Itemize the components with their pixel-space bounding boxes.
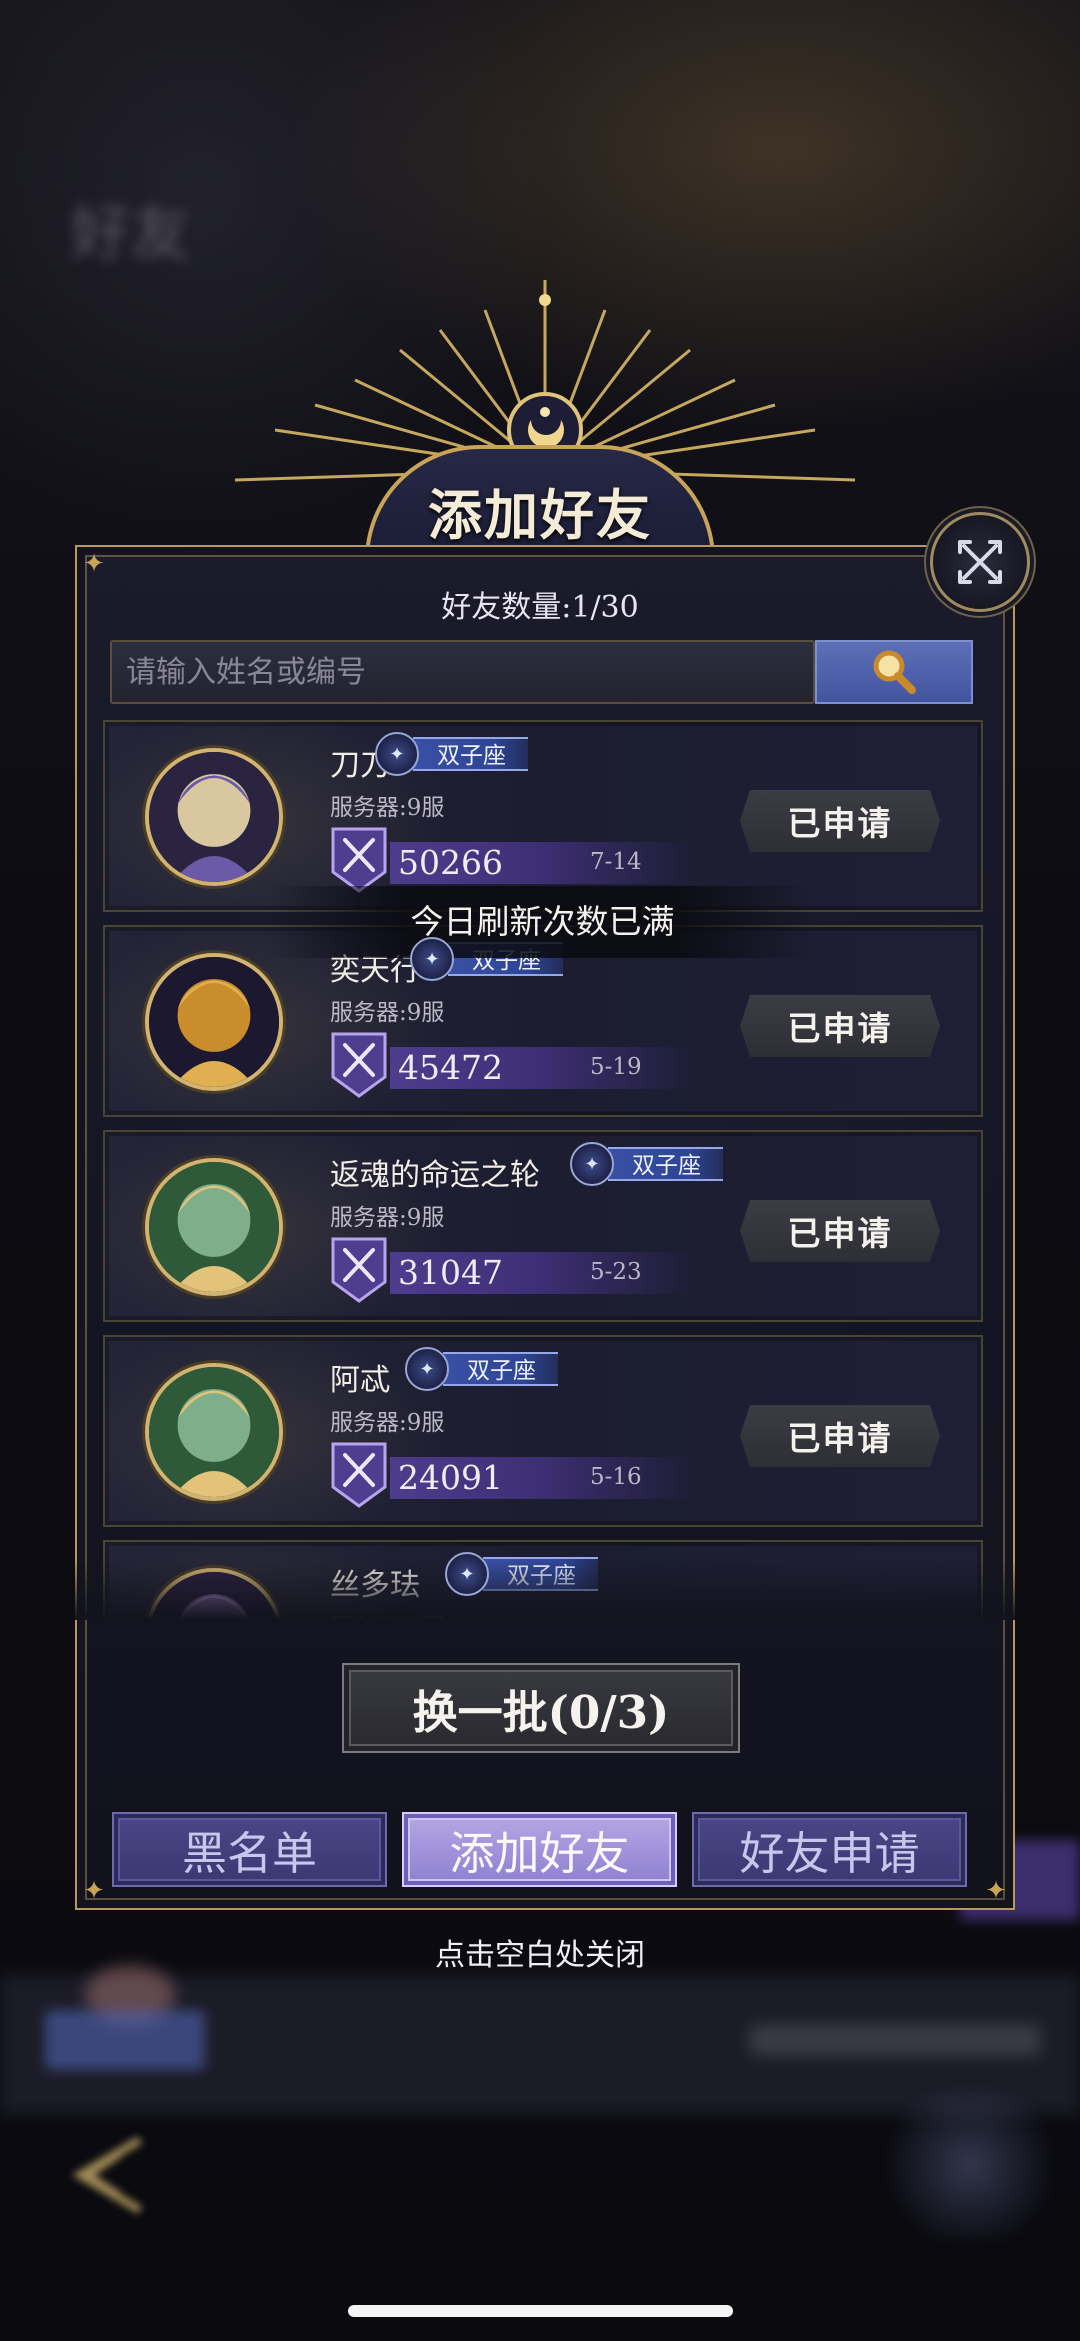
zodiac-label: 双子座 xyxy=(413,737,528,771)
player-server: 服务器:9服 xyxy=(330,1410,445,1436)
page-title: 添加好友 xyxy=(428,483,652,547)
refresh-batch-button[interactable]: 换一批(0/3) xyxy=(342,1663,740,1753)
background-chip xyxy=(45,2010,205,2070)
search-input[interactable] xyxy=(112,642,813,702)
refresh-limit-toast: 今日刷新次数已满 xyxy=(270,886,815,958)
player-name: 阿忒 xyxy=(330,1363,390,1398)
zodiac-label: 双子座 xyxy=(443,1352,558,1386)
tab-add-friend[interactable]: 添加好友 xyxy=(402,1812,677,1887)
gemini-star-icon: ✦ xyxy=(405,1347,449,1391)
background-text xyxy=(750,2025,1040,2055)
player-card[interactable]: 刀刀 ✦ 双子座 服务器:9服 50266 7-14 已申请 xyxy=(103,720,983,912)
zodiac-badge: ✦ 双子座 xyxy=(405,1347,558,1391)
magnifier-icon xyxy=(873,650,916,694)
friend-count-label: 好友数量:1/30 xyxy=(441,590,639,625)
requested-button[interactable]: 已申请 xyxy=(740,1200,940,1262)
player-avatar[interactable] xyxy=(145,953,283,1091)
requested-button[interactable]: 已申请 xyxy=(740,1405,940,1467)
player-card[interactable]: 返魂的命运之轮 ✦ 双子座 服务器:9服 31047 5-23 已申请 xyxy=(103,1130,983,1322)
crossed-swords-shield-icon xyxy=(331,1032,387,1098)
last-online-date: 5-19 xyxy=(590,1054,642,1080)
list-fade xyxy=(75,1560,1015,1620)
corner-ornament-bl: ✦ xyxy=(83,1876,105,1906)
corner-ornament-tl: ✦ xyxy=(83,549,105,579)
search-button[interactable] xyxy=(815,640,973,704)
gemini-star-icon: ✦ xyxy=(570,1142,614,1186)
gemini-star-icon: ✦ xyxy=(445,1552,489,1596)
power-value: 24091 xyxy=(398,1458,503,1497)
zodiac-badge: ✦ 双子座 xyxy=(570,1142,723,1186)
portrait-image xyxy=(149,957,279,1087)
tab-friend-requests[interactable]: 好友申请 xyxy=(692,1812,967,1887)
crossed-swords-shield-icon xyxy=(331,1442,387,1508)
gemini-star-icon: ✦ xyxy=(410,937,454,981)
recommended-player-list[interactable]: 刀刀 ✦ 双子座 服务器:9服 50266 7-14 已申请 奕天行 ✦ 双子座… xyxy=(103,720,983,1620)
player-avatar[interactable] xyxy=(145,1158,283,1296)
last-online-date: 5-16 xyxy=(590,1464,642,1490)
portrait-image xyxy=(149,752,279,882)
portrait-image xyxy=(149,1367,279,1497)
last-online-date: 5-23 xyxy=(590,1259,642,1285)
background-sign: 好友 xyxy=(70,199,190,269)
tab-blacklist[interactable]: 黑名单 xyxy=(112,1812,387,1887)
requested-button[interactable]: 已申请 xyxy=(740,995,940,1057)
search-field[interactable] xyxy=(110,640,815,704)
player-server: 服务器:9服 xyxy=(330,1000,445,1026)
power-value: 50266 xyxy=(398,843,503,882)
crossed-swords-shield-icon xyxy=(331,1237,387,1303)
player-server: 服务器:9服 xyxy=(330,795,445,821)
tap-outside-to-close-hint: 点击空白处关闭 xyxy=(435,1938,645,1973)
power-value: 45472 xyxy=(398,1048,503,1087)
power-value: 31047 xyxy=(398,1253,503,1292)
player-name: 返魂的命运之轮 xyxy=(330,1158,540,1193)
player-server: 服务器:9服 xyxy=(330,1205,445,1231)
last-online-date: 7-14 xyxy=(590,849,642,875)
zodiac-badge: ✦ 双子座 xyxy=(375,732,528,776)
player-avatar[interactable] xyxy=(145,1363,283,1501)
crossed-swords-shield-icon xyxy=(331,827,387,893)
home-indicator[interactable] xyxy=(348,2305,733,2317)
background-back-arrow-icon xyxy=(72,2136,143,2214)
requested-button[interactable]: 已申请 xyxy=(740,790,940,852)
background-ornament xyxy=(870,2090,1070,2240)
player-avatar[interactable] xyxy=(145,748,283,886)
zodiac-label: 双子座 xyxy=(608,1147,723,1181)
portrait-image xyxy=(149,1162,279,1292)
gemini-star-icon: ✦ xyxy=(375,732,419,776)
player-card[interactable]: 阿忒 ✦ 双子座 服务器:9服 24091 5-16 已申请 xyxy=(103,1335,983,1527)
corner-ornament-br: ✦ xyxy=(985,1876,1007,1906)
